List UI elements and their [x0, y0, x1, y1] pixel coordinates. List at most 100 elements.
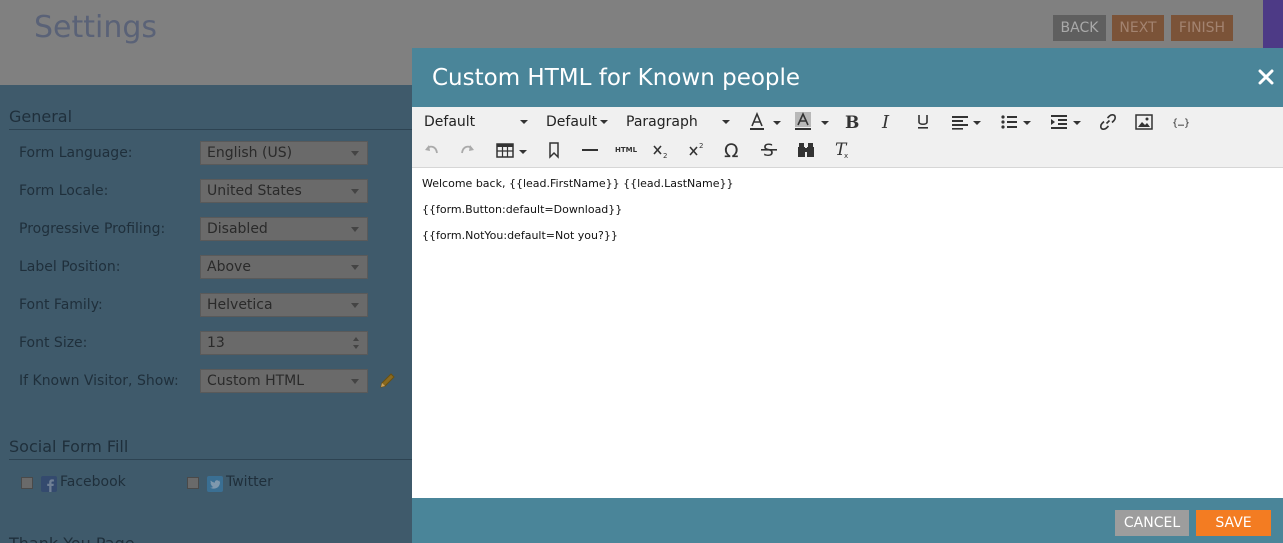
- horizontal-rule-icon: [582, 149, 598, 151]
- token-icon: {…}: [1172, 118, 1190, 129]
- link-icon: [1100, 114, 1116, 130]
- font-family-dropdown[interactable]: Default: [424, 112, 528, 132]
- table-button[interactable]: [492, 138, 518, 162]
- background-color-button[interactable]: [790, 110, 816, 134]
- back-button[interactable]: BACK: [1053, 15, 1106, 41]
- font-size-stepper[interactable]: 13: [200, 331, 368, 355]
- bold-button[interactable]: B: [838, 110, 864, 134]
- italic-button[interactable]: I: [874, 110, 900, 134]
- chevron-down-icon[interactable]: [973, 121, 981, 125]
- omega-icon: Ω: [724, 141, 739, 159]
- font-size-dropdown[interactable]: Default: [546, 112, 608, 132]
- bullet-list-icon: [1001, 115, 1017, 129]
- progressive-profiling-label: Progressive Profiling:: [19, 221, 166, 237]
- spin-down-icon[interactable]: [353, 345, 359, 349]
- html-source-button[interactable]: HTML: [613, 138, 639, 162]
- link-button[interactable]: [1095, 110, 1121, 134]
- token-button[interactable]: {…}: [1168, 110, 1194, 134]
- bookmark-icon: [549, 142, 559, 159]
- chevron-down-icon: [351, 265, 359, 270]
- spin-up-icon[interactable]: [353, 337, 359, 341]
- editor-line: Welcome back, {{lead.FirstName}} {{lead.…: [422, 177, 734, 190]
- known-visitor-value: Custom HTML: [207, 373, 305, 389]
- progressive-profiling-value: Disabled: [207, 221, 268, 237]
- anchor-button[interactable]: [541, 138, 567, 162]
- known-visitor-select[interactable]: Custom HTML: [200, 369, 368, 393]
- special-character-button[interactable]: Ω: [720, 138, 746, 162]
- dialog-title: Custom HTML for Known people: [432, 65, 801, 91]
- form-language-label: Form Language:: [19, 145, 133, 161]
- chevron-down-icon: [351, 303, 359, 308]
- underline-icon: [918, 115, 928, 129]
- page-title: Settings: [34, 10, 158, 45]
- chevron-down-icon[interactable]: [519, 150, 527, 154]
- settings-panel: General Form Language: English (US) Form…: [0, 85, 412, 543]
- strikethrough-icon: S: [761, 141, 777, 159]
- custom-html-dialog: Custom HTML for Known people Default Def…: [412, 48, 1283, 543]
- next-button[interactable]: NEXT: [1112, 15, 1164, 41]
- progressive-profiling-select[interactable]: Disabled: [200, 217, 368, 241]
- html-label: HTML: [614, 146, 638, 154]
- twitter-label: Twitter: [226, 474, 273, 490]
- image-icon: [1135, 114, 1153, 130]
- chevron-down-icon: [722, 120, 730, 124]
- svg-text:B: B: [845, 113, 859, 131]
- chevron-down-icon: [520, 120, 528, 124]
- indent-icon: [1051, 115, 1067, 129]
- find-button[interactable]: [793, 138, 819, 162]
- underline-button[interactable]: [910, 110, 936, 134]
- chevron-down-icon[interactable]: [1073, 121, 1081, 125]
- chevron-down-icon[interactable]: [821, 121, 829, 125]
- finish-button[interactable]: FINISH: [1171, 15, 1233, 41]
- chevron-down-icon[interactable]: [773, 121, 781, 125]
- facebook-label: Facebook: [60, 474, 126, 490]
- clear-formatting-icon: T x: [835, 141, 848, 159]
- twitter-checkbox[interactable]: [187, 477, 199, 489]
- font-family-select[interactable]: Helvetica: [200, 293, 368, 317]
- clear-formatting-button[interactable]: T x: [829, 138, 855, 162]
- chevron-down-icon[interactable]: [1023, 121, 1031, 125]
- undo-button[interactable]: [419, 138, 445, 162]
- align-button[interactable]: [947, 110, 973, 134]
- side-strip: [1263, 0, 1283, 48]
- indent-button[interactable]: [1046, 110, 1072, 134]
- form-locale-label: Form Locale:: [19, 183, 109, 199]
- format-dropdown[interactable]: Paragraph: [626, 112, 730, 132]
- label-position-select[interactable]: Above: [200, 255, 368, 279]
- image-button[interactable]: [1131, 110, 1157, 134]
- form-language-select[interactable]: English (US): [200, 141, 368, 165]
- superscript-button[interactable]: 2: [684, 138, 710, 162]
- facebook-checkbox[interactable]: [21, 477, 33, 489]
- html-editor-area[interactable]: Welcome back, {{lead.FirstName}} {{lead.…: [412, 169, 1283, 498]
- form-locale-select[interactable]: United States: [200, 179, 368, 203]
- save-button[interactable]: SAVE: [1196, 510, 1271, 536]
- strikethrough-button[interactable]: S: [756, 138, 782, 162]
- twitter-icon: [207, 476, 223, 492]
- redo-button[interactable]: [454, 138, 480, 162]
- subscript-icon: 2: [653, 145, 667, 159]
- font-family-value: Helvetica: [207, 297, 273, 313]
- editor-line: {{form.NotYou:default=Not you?}}: [422, 229, 618, 242]
- editor-line: {{form.Button:default=Download}}: [422, 203, 623, 216]
- close-icon[interactable]: [1257, 68, 1275, 86]
- subscript-button[interactable]: 2: [648, 138, 674, 162]
- pencil-icon[interactable]: [378, 372, 396, 390]
- table-icon: [496, 143, 514, 158]
- text-color-button[interactable]: [744, 110, 770, 134]
- svg-text:Ω: Ω: [724, 141, 739, 159]
- svg-text:x: x: [844, 152, 848, 159]
- superscript-icon: 2: [689, 142, 703, 156]
- bold-icon: B: [845, 113, 859, 131]
- text-color-icon: [750, 112, 764, 130]
- svg-text:2: 2: [663, 152, 667, 159]
- bullet-list-button[interactable]: [996, 110, 1022, 134]
- editor-toolbar: Default Default Paragraph B I {…} HTML 2…: [412, 107, 1283, 168]
- dialog-footer: CANCEL SAVE: [412, 498, 1283, 543]
- horizontal-line-button[interactable]: [577, 138, 603, 162]
- chevron-down-icon: [351, 379, 359, 384]
- binoculars-icon: [798, 143, 814, 157]
- cancel-button[interactable]: CANCEL: [1115, 510, 1189, 536]
- form-locale-value: United States: [207, 183, 302, 199]
- font-size-label: Font Size:: [19, 335, 88, 351]
- thank-you-section-title: Thank You Page: [9, 534, 135, 543]
